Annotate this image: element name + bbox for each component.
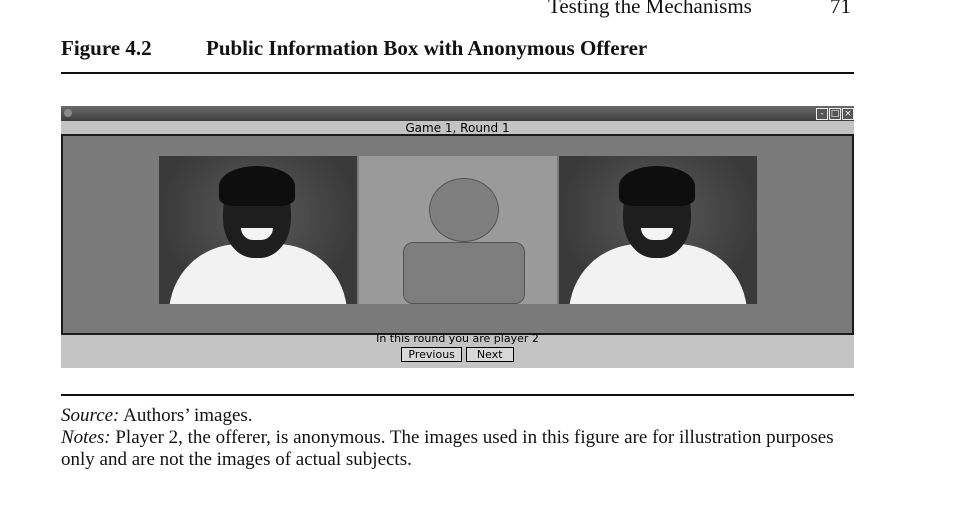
player-1-photo	[159, 156, 357, 304]
page-number: 71	[830, 0, 851, 18]
figure-title: Figure 4.2 Public Information Box with An…	[61, 36, 647, 61]
minimize-button[interactable]: -	[816, 108, 828, 120]
anonymous-head-icon	[429, 178, 499, 242]
player-status-text: In this round you are player 2	[376, 332, 539, 345]
running-head: Testing the Mechanisms	[548, 0, 752, 18]
source-caption: Source: Authors’ images.	[61, 405, 861, 427]
source-text: Authors’ images.	[123, 405, 253, 426]
top-rule	[61, 72, 854, 74]
notes-text: Player 2, the offerer, is anonymous. The…	[61, 427, 834, 470]
previous-button[interactable]: Previous	[401, 347, 462, 362]
maximize-button[interactable]: □	[829, 108, 841, 120]
window-menu-icon[interactable]	[64, 109, 72, 117]
game-window: - □ × Game 1, Round 1 In this round you …	[61, 106, 854, 368]
player-3-photo	[559, 156, 757, 304]
anonymous-body-icon	[403, 242, 525, 304]
bottom-rule	[61, 394, 854, 396]
game-round-heading: Game 1, Round 1	[405, 121, 510, 135]
notes-caption: Notes: Player 2, the offerer, is anonymo…	[61, 427, 861, 471]
navigation-buttons: Previous Next	[61, 347, 854, 362]
figure-title-text: Public Information Box with Anonymous Of…	[206, 36, 648, 60]
next-button[interactable]: Next	[465, 347, 514, 362]
anonymous-offerer-placeholder	[359, 156, 557, 304]
notes-label: Notes:	[61, 427, 111, 448]
public-information-box	[61, 134, 854, 335]
close-button[interactable]: ×	[842, 108, 854, 120]
figure-label: Figure 4.2	[61, 36, 152, 60]
source-label: Source:	[61, 405, 120, 426]
window-titlebar: - □ ×	[61, 106, 854, 121]
